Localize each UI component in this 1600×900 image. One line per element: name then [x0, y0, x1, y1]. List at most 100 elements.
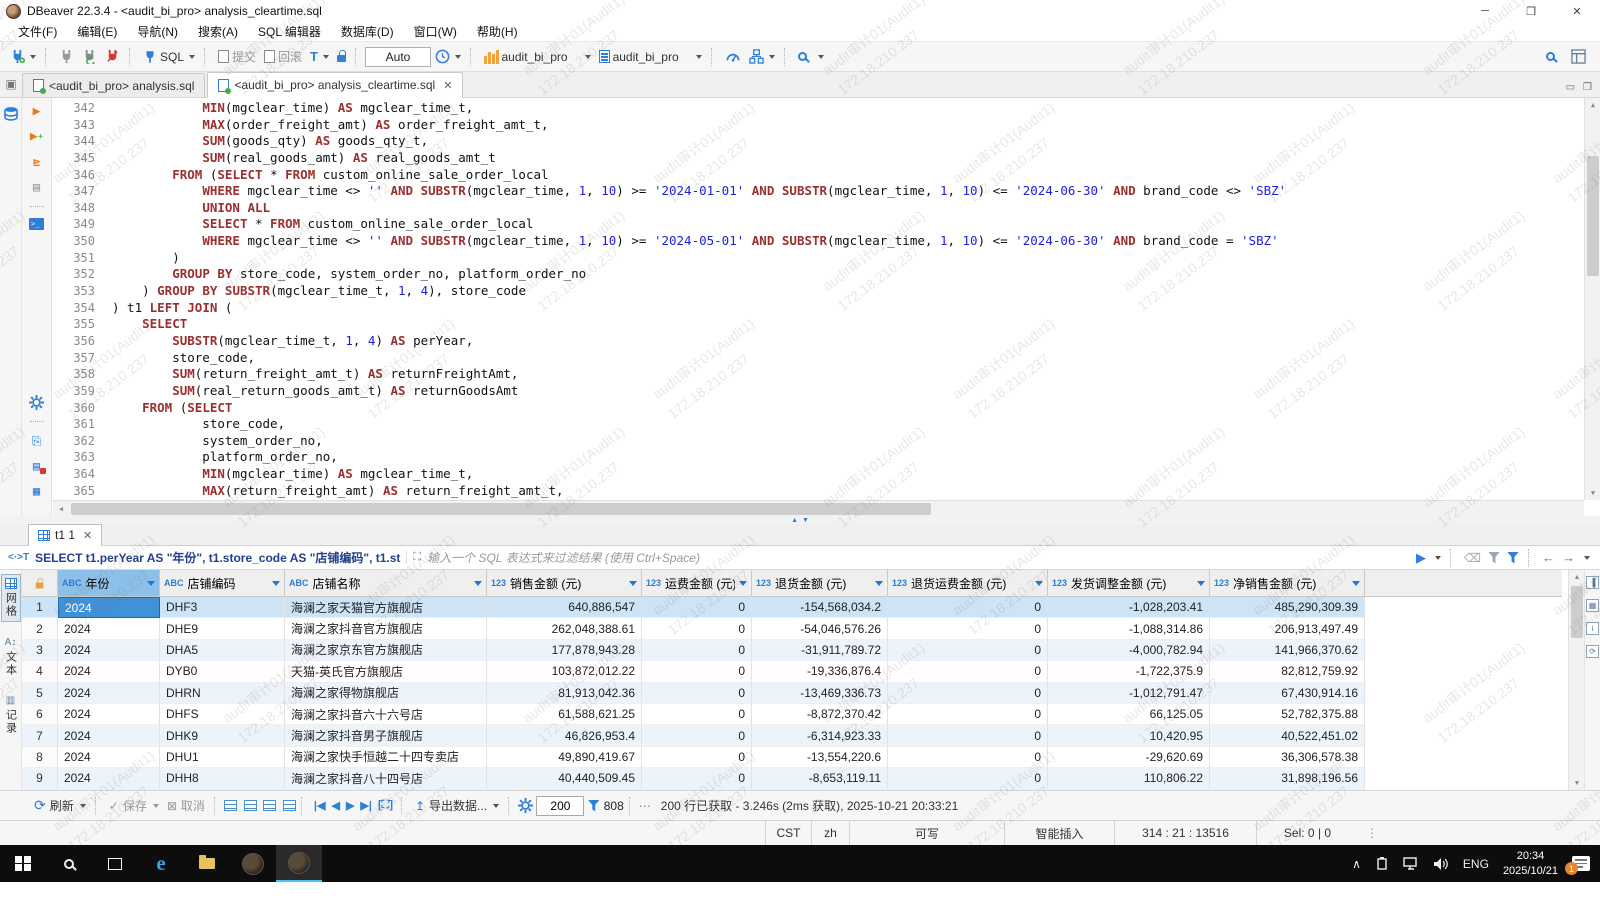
cell[interactable]: -8,872,370.42	[752, 704, 888, 725]
table-row[interactable]: 62024DHFS海澜之家抖音六十六号店61,588,621.250-8,872…	[22, 704, 1562, 725]
first-row-icon[interactable]: |◀	[311, 799, 329, 812]
row-number[interactable]: 8	[22, 747, 58, 768]
cell[interactable]: 46,826,953.4	[487, 725, 642, 746]
code-line[interactable]: WHERE mgclear_time <> '' AND SUBSTR(mgcl…	[112, 233, 1582, 250]
column-dropdown-icon[interactable]	[739, 581, 747, 586]
cell[interactable]: 2024	[58, 640, 160, 661]
cell[interactable]: -6,314,923.33	[752, 725, 888, 746]
edge-button[interactable]: e	[138, 845, 184, 882]
column-header-2[interactable]: ABC店铺编码	[160, 570, 285, 596]
cell[interactable]: DHH8	[160, 768, 285, 789]
grid-settings-gear-icon[interactable]	[518, 798, 533, 813]
cell[interactable]: DHK9	[160, 725, 285, 746]
code-line[interactable]: SELECT	[112, 316, 1582, 333]
cell[interactable]: 2024	[58, 683, 160, 704]
language-indicator[interactable]: ENG	[1463, 857, 1489, 871]
dashboard-button[interactable]	[722, 47, 744, 66]
fetch-size-input[interactable]	[536, 796, 584, 816]
er-diagram-button[interactable]	[746, 47, 778, 66]
terminal-icon[interactable]: >_	[29, 218, 44, 230]
menu-item[interactable]: 搜索(A)	[188, 22, 248, 42]
history-forward-icon[interactable]: →	[1562, 552, 1575, 564]
row-number[interactable]: 4	[22, 661, 58, 682]
execute-script-icon[interactable]: ⊵	[28, 154, 46, 170]
cell[interactable]: 2024	[58, 725, 160, 746]
speaker-tray-icon[interactable]	[1433, 857, 1449, 871]
cell[interactable]: 0	[888, 618, 1048, 639]
menu-item[interactable]: 帮助(H)	[467, 22, 528, 42]
column-dropdown-icon[interactable]	[875, 581, 883, 586]
tray-expand-icon[interactable]: ∧	[1352, 857, 1361, 871]
table-row[interactable]: 22024DHE9海澜之家抖音官方旗舰店262,048,388.610-54,0…	[22, 618, 1562, 639]
cell[interactable]: 67,430,914.16	[1210, 683, 1365, 704]
column-dropdown-icon[interactable]	[474, 581, 482, 586]
row-number[interactable]: 6	[22, 704, 58, 725]
menu-item[interactable]: 文件(F)	[8, 22, 67, 42]
cell[interactable]: -19,336,876.4	[752, 661, 888, 682]
cell[interactable]: 天猫-英氏官方旗舰店	[285, 661, 487, 682]
action-center-button[interactable]: 1	[1572, 856, 1590, 871]
code-line[interactable]: MAX(return_freight_amt) AS return_freigh…	[112, 483, 1582, 500]
cell[interactable]: 0	[888, 725, 1048, 746]
output-file-icon[interactable]: ▤	[28, 458, 46, 474]
side-tab-record[interactable]: ▥ 记录	[2, 692, 20, 738]
tab-analysis-sql[interactable]: <audit_bi_pro> analysis.sql	[22, 73, 205, 97]
database-navigator-icon[interactable]	[3, 106, 19, 122]
column-header-8[interactable]: 123发货调整金额 (元)	[1048, 570, 1210, 596]
code-line[interactable]: SUM(real_return_goods_amt_t) AS returnGo…	[112, 383, 1582, 400]
code-line[interactable]: ) GROUP BY SUBSTR(mgclear_time_t, 1, 4),…	[112, 283, 1582, 300]
column-header-6[interactable]: 123退货金额 (元)	[752, 570, 888, 596]
cell[interactable]: 81,913,042.36	[487, 683, 642, 704]
code-line[interactable]: UNION ALL	[112, 200, 1582, 217]
disconnect-button[interactable]	[102, 47, 123, 66]
filter-sql-text[interactable]: SELECT t1.perYear AS "年份", t1.store_code…	[35, 549, 400, 566]
cell[interactable]: 2024	[58, 661, 160, 682]
table-row[interactable]: 92024DHH8海澜之家抖音八十四号店40,440,509.450-8,653…	[22, 768, 1562, 789]
taskbar-clock[interactable]: 20:34 2025/10/21	[1503, 849, 1558, 879]
filter-input-placeholder[interactable]: 输入一个 SQL 表达式来过滤结果 (使用 Ctrl+Space)	[427, 549, 700, 566]
cell[interactable]: -54,046,576.26	[752, 618, 888, 639]
column-header-4[interactable]: 123销售金额 (元)	[487, 570, 642, 596]
cell[interactable]: -31,911,789.72	[752, 640, 888, 661]
column-header-1[interactable]: ABC年份	[58, 570, 160, 596]
results-vertical-scrollbar[interactable]: ▲ ▼	[1568, 570, 1584, 790]
cell[interactable]: -13,469,336.73	[752, 683, 888, 704]
log-panel-icon[interactable]: ▦	[28, 483, 46, 499]
schema-selector[interactable]: audit_bi_pro	[596, 48, 705, 66]
row-number[interactable]: 7	[22, 725, 58, 746]
cell[interactable]: 52,782,375.88	[1210, 704, 1365, 725]
column-header-5[interactable]: 123运费金额 (元)	[642, 570, 752, 596]
column-header-9[interactable]: 123净销售金额 (元)	[1210, 570, 1365, 596]
column-dropdown-icon[interactable]	[147, 581, 155, 586]
cell[interactable]: 0	[642, 618, 752, 639]
table-row[interactable]: 12024DHF3海澜之家天猫官方旗舰店640,886,5470-154,568…	[22, 597, 1562, 618]
reconnect-button[interactable]	[79, 47, 100, 66]
code-line[interactable]: system_order_no,	[112, 433, 1582, 450]
cell[interactable]: 海澜之家得物旗舰店	[285, 683, 487, 704]
minimize-panel-icon[interactable]: ▭	[1566, 82, 1575, 93]
code-line[interactable]: MIN(mgclear_time) AS mgclear_time_t,	[112, 100, 1582, 117]
column-header-7[interactable]: 123退货运费金额 (元)	[888, 570, 1048, 596]
task-view-button[interactable]	[92, 845, 138, 882]
perspective-icon[interactable]	[1571, 49, 1586, 64]
cell[interactable]: -4,000,782.94	[1048, 640, 1210, 661]
explain-plan-icon[interactable]: ▤	[28, 179, 46, 195]
cell[interactable]: 40,440,509.45	[487, 768, 642, 789]
cell[interactable]: 36,306,578.38	[1210, 747, 1365, 768]
cell[interactable]: 2024	[58, 618, 160, 639]
results-tab-t1[interactable]: t1 1 ✕	[28, 524, 102, 546]
cell[interactable]: 206,913,497.49	[1210, 618, 1365, 639]
cell[interactable]: -13,554,220.6	[752, 747, 888, 768]
refresh-panel-icon[interactable]: ⟳	[1586, 645, 1599, 658]
start-button[interactable]	[0, 845, 46, 882]
dbeaver-taskbar-button[interactable]	[276, 845, 322, 882]
row-number[interactable]: 9	[22, 768, 58, 789]
cell[interactable]: 2024	[58, 747, 160, 768]
cell[interactable]: 640,886,547	[487, 597, 642, 618]
collapse-down-icon[interactable]: ▼	[802, 517, 809, 524]
cell[interactable]: -29,620.69	[1048, 747, 1210, 768]
cell[interactable]: DHRN	[160, 683, 285, 704]
cancel-button[interactable]: ⊠ 取消	[163, 795, 209, 816]
code-area[interactable]: MIN(mgclear_time) AS mgclear_time_t, MAX…	[112, 100, 1582, 499]
fetch-all-icon[interactable]: [⛶]	[375, 799, 396, 812]
